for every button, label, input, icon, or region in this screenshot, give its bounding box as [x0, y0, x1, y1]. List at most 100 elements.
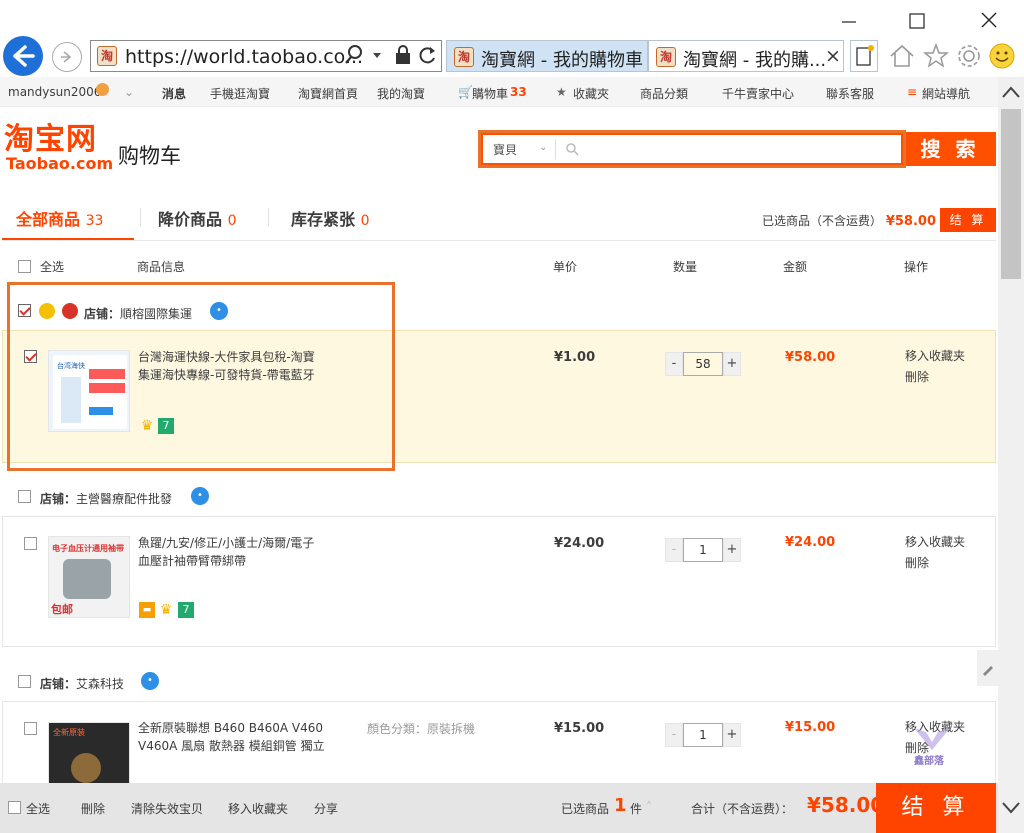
decrease-button[interactable]: - [665, 538, 683, 562]
shop-checkbox[interactable] [18, 490, 31, 503]
refresh-icon[interactable] [418, 44, 438, 66]
tab-label: 降价商品 [158, 210, 223, 229]
shop-name-text: 主營醫療配件批發 [76, 492, 173, 506]
forward-button[interactable] [52, 42, 82, 72]
quantity-input[interactable]: 1 [683, 723, 723, 747]
tab-all-items[interactable]: 全部商品 33 [16, 206, 103, 230]
star-icon: ★ [556, 85, 567, 99]
taobao-logo[interactable]: 淘宝网 Taobao.com [4, 124, 113, 172]
select-all-checkbox-bottom[interactable] [8, 801, 21, 814]
page-title: 购物车 [118, 144, 181, 168]
item-checkbox[interactable] [24, 537, 37, 550]
tab-cart-active[interactable]: 淘 淘寶網 - 我的購物車 [446, 40, 648, 72]
site-favicon: 淘 [97, 46, 117, 66]
select-all-link[interactable]: 全选 [26, 800, 50, 817]
smiley-feedback-icon[interactable] [988, 42, 1016, 70]
tab-price-drop[interactable]: 降价商品 0 [158, 206, 237, 230]
search-text-field[interactable] [583, 138, 883, 160]
move-to-favorites-link[interactable]: 移入收藏夹 [905, 346, 965, 367]
increase-button[interactable]: + [723, 723, 741, 747]
quantity-input[interactable]: 58 [683, 352, 723, 376]
address-bar[interactable]: 淘 https://world.taobao.co... [90, 40, 442, 72]
item-title[interactable]: 全新原裝聯想 B460 B460A V460 V460A 風扇 散熱器 模組銅管… [138, 719, 358, 755]
column-amount: 金额 [783, 260, 808, 274]
chevron-down-icon[interactable] [372, 52, 382, 60]
search-icon[interactable] [344, 44, 364, 66]
new-tab-button[interactable] [850, 40, 878, 72]
delete-link[interactable]: 刪除 [905, 553, 965, 574]
shop-name[interactable]: 店铺：主營醫療配件批發 [40, 490, 172, 507]
column-info: 商品信息 [137, 260, 186, 274]
categories-link[interactable]: 商品分類 [640, 85, 688, 102]
side-feedback-widget[interactable] [977, 650, 998, 686]
move-fav-link[interactable]: 移入收藏夹 [228, 800, 288, 817]
bottom-action-bar: 全选 刪除 清除失效宝贝 移入收藏夹 分享 已选商品 1 件 ˄ 合计（不含运费… [0, 783, 998, 833]
select-all-checkbox[interactable] [18, 260, 31, 273]
search-button[interactable]: 搜 索 [904, 132, 996, 166]
wangwang-chat-icon[interactable]: • [191, 487, 209, 505]
back-button[interactable] [3, 36, 43, 76]
wangwang-chat-icon[interactable]: • [141, 672, 159, 690]
tab-low-stock[interactable]: 库存紧张 0 [291, 206, 370, 230]
search-icon [566, 143, 579, 156]
scroll-down-icon[interactable] [1001, 801, 1021, 815]
search-category-select[interactable]: 寶貝 [493, 141, 517, 158]
favorites-star-icon[interactable] [922, 42, 950, 70]
annotation-highlight-box [7, 282, 395, 471]
lock-icon[interactable] [394, 44, 412, 66]
delete-link[interactable]: 刪除 [905, 367, 965, 388]
decrease-button[interactable]: - [665, 352, 683, 376]
taobao-favicon: 淘 [656, 47, 676, 67]
decrease-button[interactable]: - [665, 723, 683, 747]
item-title[interactable]: 魚躍/九安/修正/小護士/海爾/電子 血壓計袖帶臂帶綁帶 [138, 534, 338, 570]
gear-icon[interactable] [955, 42, 983, 70]
delete-selected-link[interactable]: 刪除 [81, 800, 105, 817]
share-link[interactable]: 分享 [314, 800, 338, 817]
username-link[interactable]: mandysun2006 [8, 85, 101, 99]
cart-icon: 🛒 [458, 85, 473, 99]
chevron-down-icon[interactable]: ⌄ [124, 85, 134, 99]
mobile-link[interactable]: 手機逛淘寶 [210, 85, 270, 102]
shop-name[interactable]: 店铺：艾森科技 [40, 675, 124, 692]
home-link[interactable]: 淘寶網首頁 [298, 85, 358, 102]
divider [140, 208, 141, 226]
tab-close-icon[interactable]: × [825, 45, 841, 67]
favorites-link[interactable]: 收藏夾 [573, 85, 609, 102]
maximize-button[interactable] [902, 8, 932, 32]
product-thumbnail[interactable]: 全新原装 [48, 722, 130, 784]
chevron-up-icon[interactable]: ˄ [646, 800, 652, 814]
minimize-button[interactable] [834, 8, 864, 32]
sitemap-link[interactable]: 網站導航 [922, 85, 970, 102]
home-icon[interactable] [888, 42, 916, 70]
my-taobao-link[interactable]: 我的淘寶 [377, 85, 425, 102]
scrollbar-thumb[interactable] [1001, 109, 1021, 279]
product-thumbnail[interactable]: 电子血压计通用袖带 包邮 [48, 536, 130, 618]
thumb-text: 电子血压计通用袖带 [52, 544, 124, 553]
tab-count: 0 [227, 213, 237, 229]
column-select-all[interactable]: 全选 [40, 258, 64, 275]
selected-count: 1 [614, 795, 627, 816]
settle-button[interactable]: 结 算 [876, 783, 996, 833]
move-to-favorites-link[interactable]: 移入收藏夹 [905, 532, 965, 553]
item-checkbox[interactable] [24, 722, 37, 735]
quantity-input[interactable]: 1 [683, 538, 723, 562]
tab-cart-2[interactable]: 淘 淘寶網 - 我的購... × [648, 40, 844, 72]
clear-invalid-link[interactable]: 清除失效宝贝 [131, 800, 203, 817]
item-title-line2: 血壓計袖帶臂帶綁帶 [138, 554, 247, 568]
support-link[interactable]: 聯系客服 [826, 85, 874, 102]
seller-center-link[interactable]: 千牛賣家中心 [722, 85, 794, 102]
cart-link[interactable]: 購物車 [472, 85, 508, 102]
scroll-up-icon[interactable] [1001, 85, 1021, 99]
chevron-down-icon[interactable]: ⌄ [539, 142, 547, 153]
item-sku: 顏色分類：原裝拆機 [367, 722, 476, 736]
settle-button-top[interactable]: 结 算 [940, 208, 996, 232]
search-input[interactable]: 寶貝 ⌄ [480, 132, 904, 166]
close-window-button[interactable] [974, 8, 1004, 32]
increase-button[interactable]: + [723, 538, 741, 562]
vertical-scrollbar[interactable] [998, 77, 1024, 833]
window-titlebar [0, 0, 1024, 36]
shop-checkbox[interactable] [18, 675, 31, 688]
messages-link[interactable]: 消息 [162, 85, 186, 102]
edit-icon [983, 666, 993, 676]
increase-button[interactable]: + [723, 352, 741, 376]
